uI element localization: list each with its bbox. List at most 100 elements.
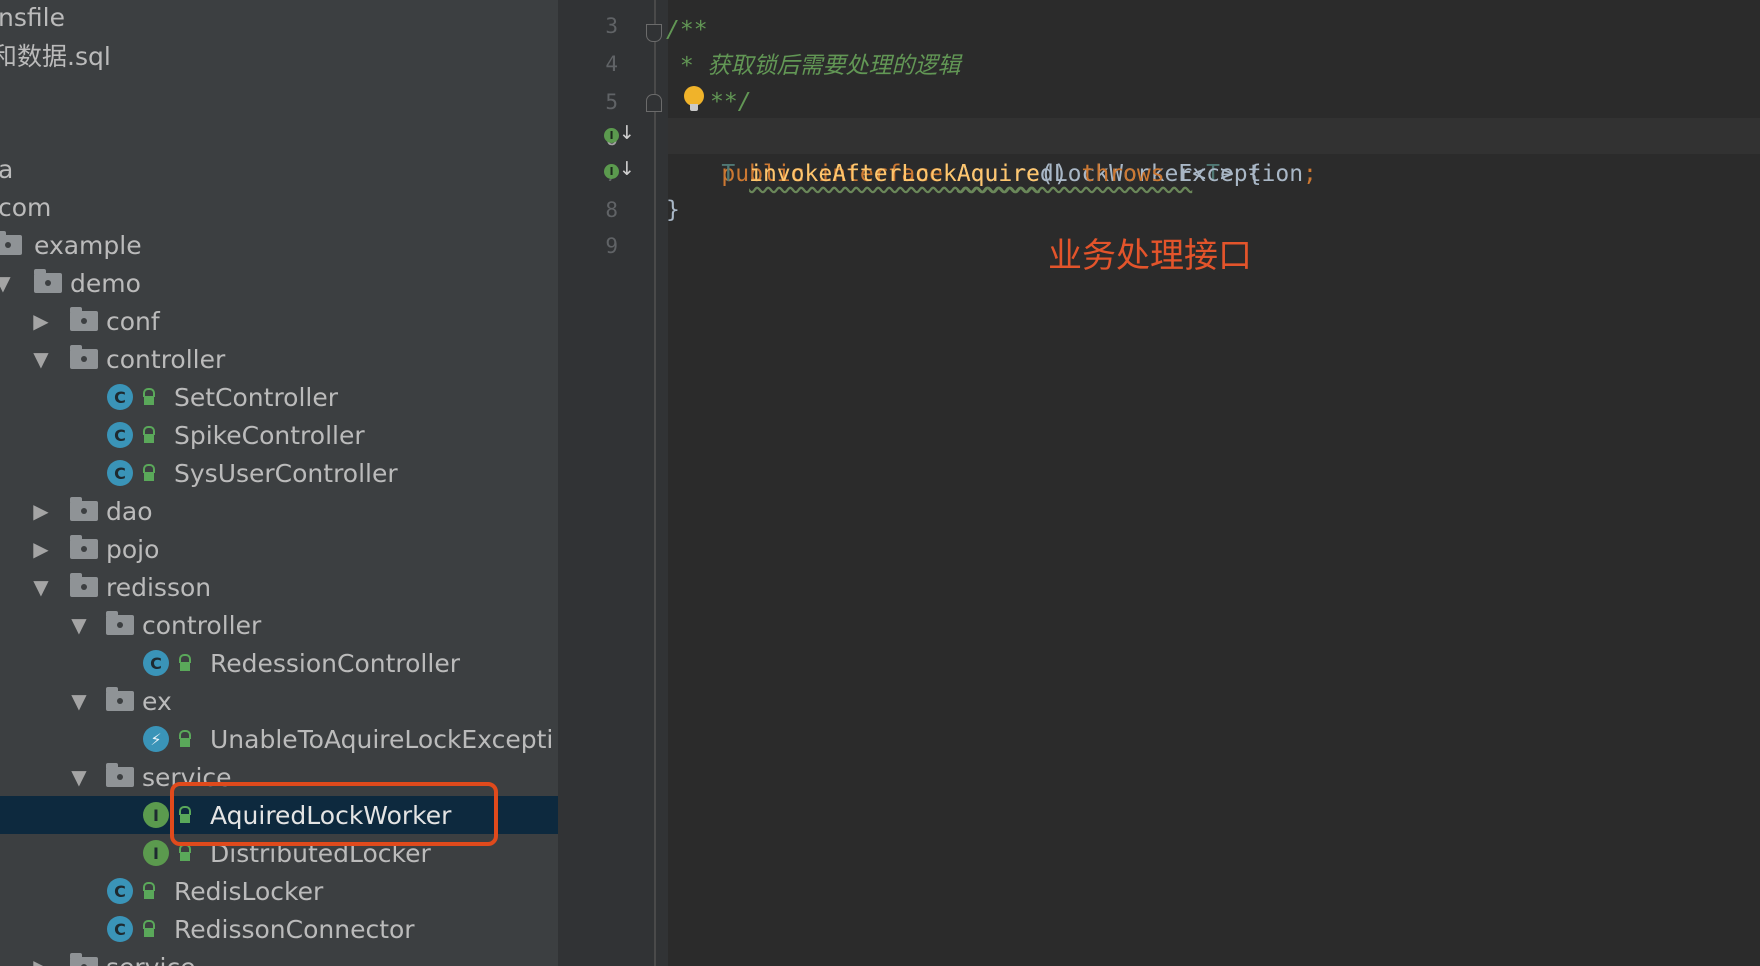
code-line-5: **/ — [710, 89, 752, 115]
fold-toggle-icon[interactable] — [646, 24, 662, 42]
tree-item-ex[interactable]: ▼ ex — [0, 682, 558, 720]
tree-item-label: example — [34, 230, 142, 260]
tree-item-label: RedissonConnector — [174, 914, 415, 944]
tree-item-a[interactable]: a — [0, 150, 558, 188]
method-parens: () — [1039, 161, 1068, 187]
package-folder-icon — [70, 492, 100, 530]
line-number-8: 8 — [605, 198, 618, 222]
lightbulb-icon[interactable] — [684, 86, 706, 112]
line-number-3: 3 — [605, 14, 618, 38]
exception-type: Exception — [1178, 161, 1304, 187]
expand-arrow-down-icon[interactable]: ▼ — [0, 264, 14, 302]
tree-item-unabletoaquirelockexcepti[interactable]: ⚡ UnableToAquireLockExcepti — [0, 720, 558, 758]
tree-item-label: 和数据.sql — [0, 42, 111, 71]
tree-item-label: redisson — [106, 572, 212, 602]
highlight-box — [170, 782, 498, 846]
tree-item-label: SpikeController — [174, 420, 365, 450]
tree-item-label: nsfile — [0, 2, 65, 32]
code-line-8: } — [666, 197, 680, 223]
package-folder-icon — [0, 226, 24, 264]
implementation-gutter-icon[interactable]: I ↓ — [604, 122, 635, 152]
package-folder-icon — [34, 264, 64, 302]
tree-item-label: controller — [106, 344, 226, 374]
return-type: T — [721, 161, 736, 187]
line-number-9: 9 — [605, 234, 618, 258]
public-access-lock-icon — [140, 872, 158, 910]
method-name[interactable]: invokeAfterLockAquire — [749, 161, 1040, 187]
implementation-gutter-icon[interactable]: I ↓ — [604, 158, 635, 188]
tree-item-label: RedessionController — [210, 648, 460, 678]
tree-item-redissonconnector[interactable]: C RedissonConnector — [0, 910, 558, 948]
expand-arrow-right-icon[interactable]: ▶ — [30, 492, 52, 530]
public-access-lock-icon — [140, 378, 158, 416]
tree-item-redislocker[interactable]: C RedisLocker — [0, 872, 558, 910]
package-folder-icon — [70, 530, 100, 568]
tree-item-demo[interactable]: ▼ demo — [0, 264, 558, 302]
package-folder-icon — [70, 568, 100, 606]
class-icon: C — [106, 454, 134, 492]
class-icon: C — [106, 378, 134, 416]
line-number-4: 4 — [605, 52, 618, 76]
expand-arrow-down-icon[interactable]: ▼ — [68, 682, 90, 720]
tree-item-label: UnableToAquireLockExcepti — [210, 724, 554, 754]
package-folder-icon — [70, 948, 100, 966]
tree-item-spikecontroller[interactable]: C SpikeController — [0, 416, 558, 454]
fold-end-icon[interactable] — [646, 94, 662, 112]
package-folder-icon — [106, 758, 136, 796]
expand-arrow-right-icon[interactable]: ▶ — [30, 530, 52, 568]
tree-item-example[interactable]: example — [0, 226, 558, 264]
tree-item-label: ex — [142, 686, 172, 716]
tree-item-controller[interactable]: ▼ controller — [0, 340, 558, 378]
package-folder-icon — [106, 606, 136, 644]
annotation-label: 业务处理接口 — [1048, 236, 1252, 276]
tree-item-setcontroller[interactable]: C SetController — [0, 378, 558, 416]
expand-arrow-down-icon[interactable]: ▼ — [68, 758, 90, 796]
expand-arrow-right-icon[interactable]: ▶ — [30, 948, 52, 966]
package-folder-icon — [70, 340, 100, 378]
public-access-lock-icon — [140, 454, 158, 492]
code-editor[interactable]: 3 4 5 6 7 8 9 I ↓ I ↓ /** * 获取锁后需要处理的逻辑 … — [558, 0, 1760, 966]
public-access-lock-icon — [176, 720, 194, 758]
tree-item-sysusercontroller[interactable]: C SysUserController — [0, 454, 558, 492]
code-line-6: public interface AquiredLockWorker<T> { — [666, 120, 1261, 187]
code-line-3: /** — [666, 17, 708, 43]
down-arrow-icon: ↓ — [619, 158, 635, 180]
tree-item-dao[interactable]: ▶ dao — [0, 492, 558, 530]
expand-arrow-down-icon[interactable]: ▼ — [30, 340, 52, 378]
tree-item-label: a — [0, 154, 14, 184]
public-access-lock-icon — [140, 910, 158, 948]
expand-arrow-down-icon[interactable]: ▼ — [30, 568, 52, 606]
tree-item-com[interactable]: com — [0, 188, 558, 226]
expand-arrow-right-icon[interactable]: ▶ — [30, 302, 52, 340]
tree-item-label: pojo — [106, 534, 160, 564]
expand-arrow-down-icon[interactable]: ▼ — [68, 606, 90, 644]
tree-item-pojo[interactable]: ▶ pojo — [0, 530, 558, 568]
tree-item-label: conf — [106, 306, 160, 336]
class-icon: C — [142, 644, 170, 682]
tree-item-sql[interactable]: 和数据.sql — [0, 36, 558, 74]
tree-item-label: dao — [106, 496, 153, 526]
exception-class-icon: ⚡ — [142, 720, 170, 758]
tree-item-redessioncontroller[interactable]: C RedessionController — [0, 644, 558, 682]
tree-item-redisson[interactable]: ▼ redisson — [0, 568, 558, 606]
tree-item-nsfile[interactable]: nsfile — [0, 0, 558, 36]
tree-item-controller[interactable]: ▼ controller — [0, 606, 558, 644]
public-access-lock-icon — [176, 644, 194, 682]
tree-item-service[interactable]: ▶ service — [0, 948, 558, 966]
code-line-4: * 获取锁后需要处理的逻辑 — [666, 53, 961, 79]
tree-item-label: SetController — [174, 382, 339, 412]
class-icon: C — [106, 872, 134, 910]
package-folder-icon — [106, 682, 136, 720]
tree-item-label: SysUserController — [174, 458, 398, 488]
gutter-separator — [654, 0, 656, 966]
tree-item-label: demo — [70, 268, 141, 298]
interface-marker-icon: I — [604, 128, 619, 143]
code-line-7: T invokeAfterLockAquire() throws Excepti… — [666, 156, 1317, 192]
tree-item-label: service — [106, 948, 196, 966]
keyword-throws: throws — [1081, 161, 1165, 187]
interface-icon: I — [142, 796, 170, 834]
tree-item-label: com — [0, 192, 52, 222]
tree-item-label: RedisLocker — [174, 876, 324, 906]
public-access-lock-icon — [140, 416, 158, 454]
tree-item-conf[interactable]: ▶ conf — [0, 302, 558, 340]
